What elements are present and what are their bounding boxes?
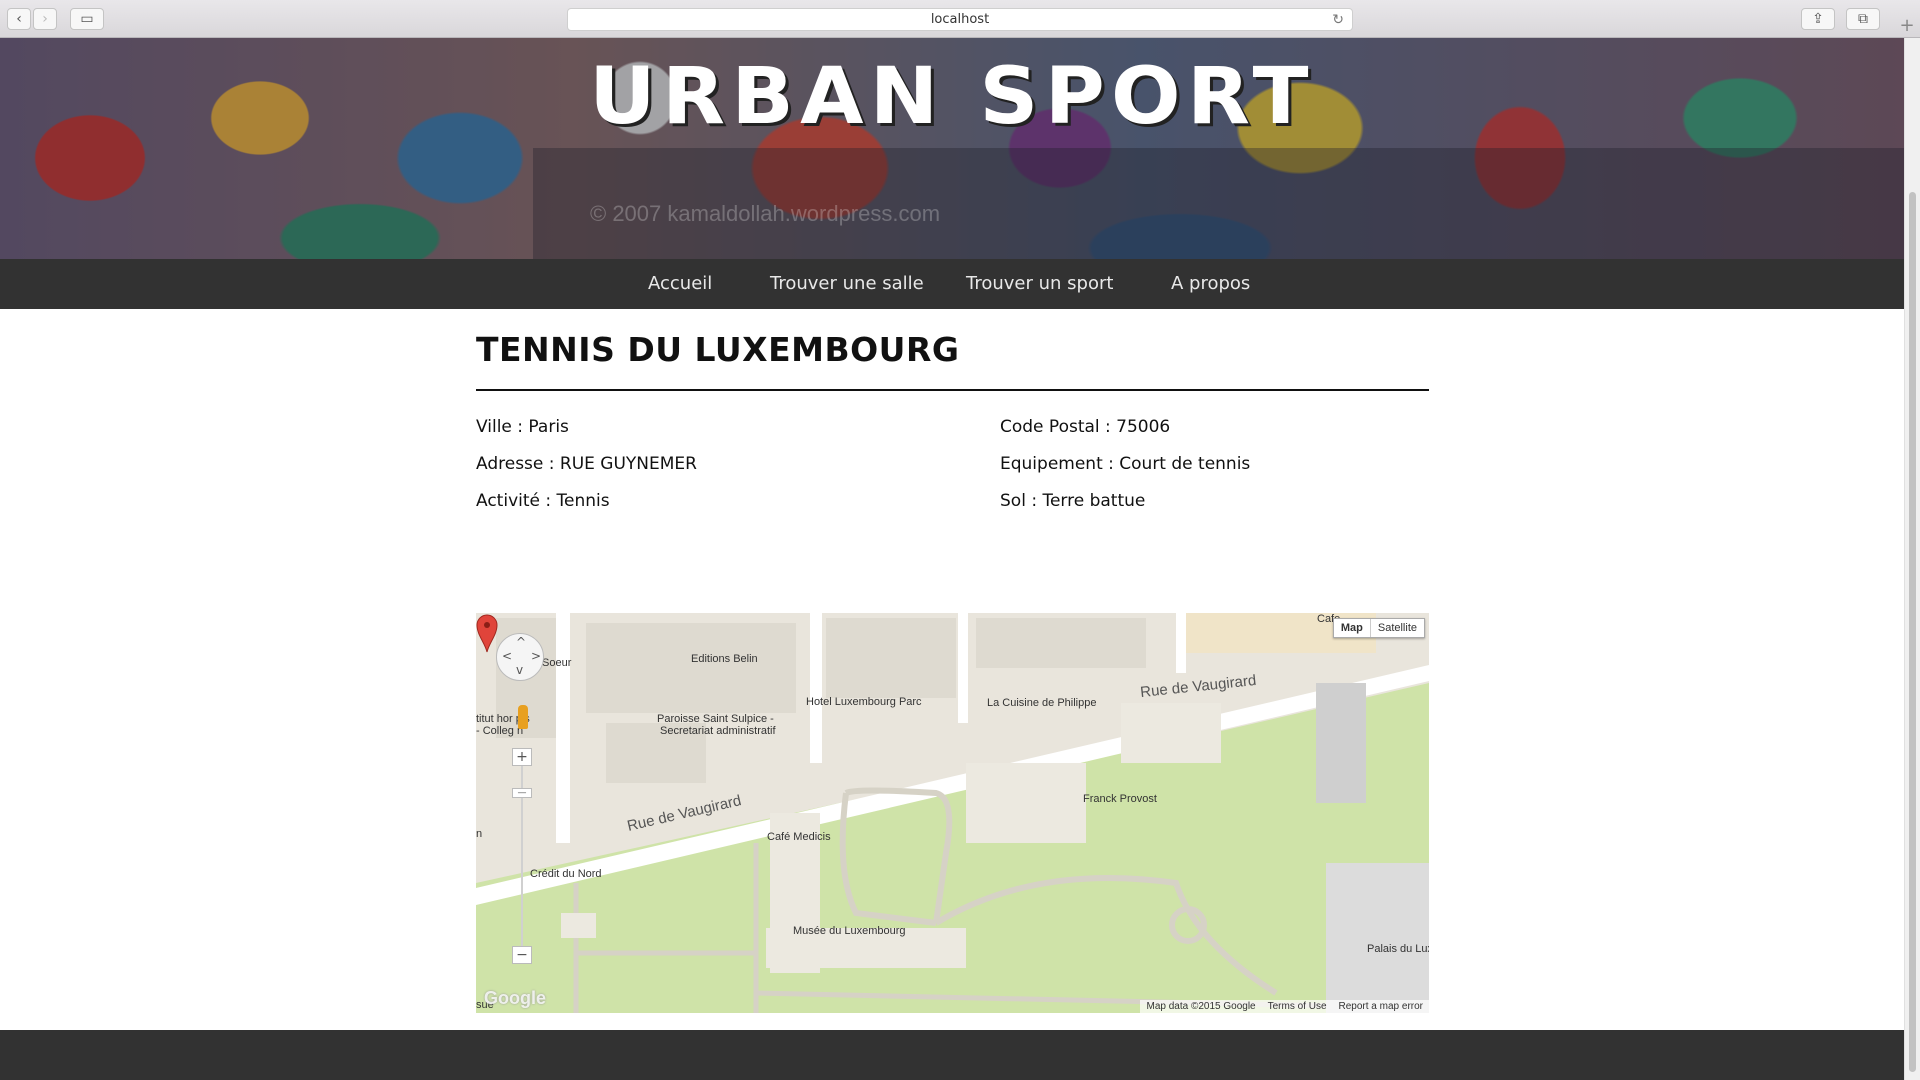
place-edge-partial: n xyxy=(476,828,483,840)
google-logo[interactable]: Google xyxy=(484,988,546,1009)
page-footer xyxy=(0,1030,1904,1080)
main-nav: Accueil Trouver une salle Trouver un spo… xyxy=(0,259,1904,309)
report-map-error-link[interactable]: Report a map error xyxy=(1333,1000,1429,1013)
address-bar[interactable]: localhost ↻ xyxy=(567,8,1353,31)
sidebar-toggle-button[interactable]: ▭ xyxy=(70,8,104,30)
zoom-handle-icon: — xyxy=(517,787,527,798)
plus-icon: + xyxy=(1899,14,1915,36)
map-type-control: Map Satellite xyxy=(1332,618,1425,638)
info-ville: Ville : Paris xyxy=(476,417,569,437)
header-banner: © 2007 kamaldollah.wordpress.com URBAN S… xyxy=(0,38,1904,259)
tabs-icon: ⧉ xyxy=(1858,11,1868,27)
location-pin-icon[interactable] xyxy=(476,613,498,653)
share-button[interactable]: ⇪ xyxy=(1801,8,1835,30)
pan-down-icon[interactable]: v xyxy=(516,663,523,677)
scrollbar-thumb[interactable] xyxy=(1909,192,1916,1072)
new-tab-button[interactable]: + xyxy=(1896,14,1918,36)
banner-copyright: © 2007 kamaldollah.wordpress.com xyxy=(590,201,941,226)
place-la-cuisine-de-philippe[interactable]: La Cuisine de Philippe xyxy=(987,697,1096,709)
place-paroisse-saint-sulpice[interactable]: Paroisse Saint Sulpice - xyxy=(657,713,774,725)
pan-up-icon[interactable]: ^ xyxy=(516,635,526,649)
nav-item-trouver-sport[interactable]: Trouver un sport xyxy=(966,273,1113,294)
nav-item-a-propos[interactable]: A propos xyxy=(1171,273,1250,294)
info-adresse: Adresse : RUE GUYNEMER xyxy=(476,454,697,474)
url-text: localhost xyxy=(930,12,990,27)
zoom-in-icon: + xyxy=(516,749,528,765)
back-button[interactable]: ‹ xyxy=(7,8,31,30)
map-type-map-button[interactable]: Map xyxy=(1334,619,1371,637)
place-franck-provost[interactable]: Franck Provost xyxy=(1083,793,1157,805)
place-secretariat[interactable]: Secretariat administratif xyxy=(660,725,776,737)
info-sol: Sol : Terre battue xyxy=(1000,491,1146,511)
place-college-partial[interactable]: - Colleg n xyxy=(476,725,523,737)
info-equipement: Equipement : Court de tennis xyxy=(1000,454,1251,474)
place-hotel-luxembourg-parc[interactable]: Hotel Luxembourg Parc xyxy=(806,696,922,708)
title-divider xyxy=(476,389,1429,391)
zoom-in-button[interactable]: + xyxy=(512,748,532,766)
zoom-out-button[interactable]: − xyxy=(512,946,532,964)
forward-button[interactable]: › xyxy=(33,8,57,30)
pan-right-icon[interactable]: > xyxy=(531,649,541,663)
google-map[interactable]: Rue de Vaugirard Rue de Vaugirard Editio… xyxy=(476,613,1429,1013)
map-canvas[interactable] xyxy=(476,613,1429,1013)
map-pan-control[interactable]: ^ < > v xyxy=(496,633,544,681)
reload-icon[interactable]: ↻ xyxy=(1332,12,1344,28)
share-icon: ⇪ xyxy=(1812,11,1824,27)
place-musee-du-luxembourg[interactable]: Musée du Luxembourg xyxy=(793,925,906,937)
zoom-slider-handle[interactable]: — xyxy=(512,788,532,798)
zoom-out-icon: − xyxy=(516,947,528,963)
nav-item-accueil[interactable]: Accueil xyxy=(648,273,712,294)
place-palais-du-luxembourg[interactable]: Palais du Luxembo xyxy=(1367,943,1429,955)
street-view-pegman-icon[interactable] xyxy=(518,705,528,729)
forward-icon: › xyxy=(42,11,48,27)
place-credit-du-nord[interactable]: Crédit du Nord xyxy=(530,868,602,880)
sidebar-icon: ▭ xyxy=(80,11,94,27)
site-logo-title[interactable]: URBAN SPORT xyxy=(0,58,1904,136)
place-editions-belin[interactable]: Editions Belin xyxy=(691,653,758,665)
map-type-satellite-button[interactable]: Satellite xyxy=(1371,619,1424,637)
tabs-overview-button[interactable]: ⧉ xyxy=(1846,8,1880,30)
info-activite: Activité : Tennis xyxy=(476,491,610,511)
browser-toolbar: ‹ › ▭ localhost ↻ ⇪ ⧉ + xyxy=(0,0,1920,38)
map-data-attribution: Map data ©2015 Google xyxy=(1146,1001,1256,1012)
place-soeur-partial[interactable]: Soeur xyxy=(542,657,571,669)
page-title: TENNIS DU LUXEMBOURG xyxy=(476,330,960,369)
terms-of-use-link[interactable]: Terms of Use xyxy=(1262,1000,1333,1013)
info-code-postal: Code Postal : 75006 xyxy=(1000,417,1171,437)
pan-left-icon[interactable]: < xyxy=(502,649,512,663)
map-footer: Map data ©2015 Google Terms of Use Repor… xyxy=(1140,1000,1429,1013)
place-cafe-medicis[interactable]: Café Medicis xyxy=(767,831,831,843)
back-icon: ‹ xyxy=(16,11,22,27)
nav-item-trouver-salle[interactable]: Trouver une salle xyxy=(770,273,924,294)
